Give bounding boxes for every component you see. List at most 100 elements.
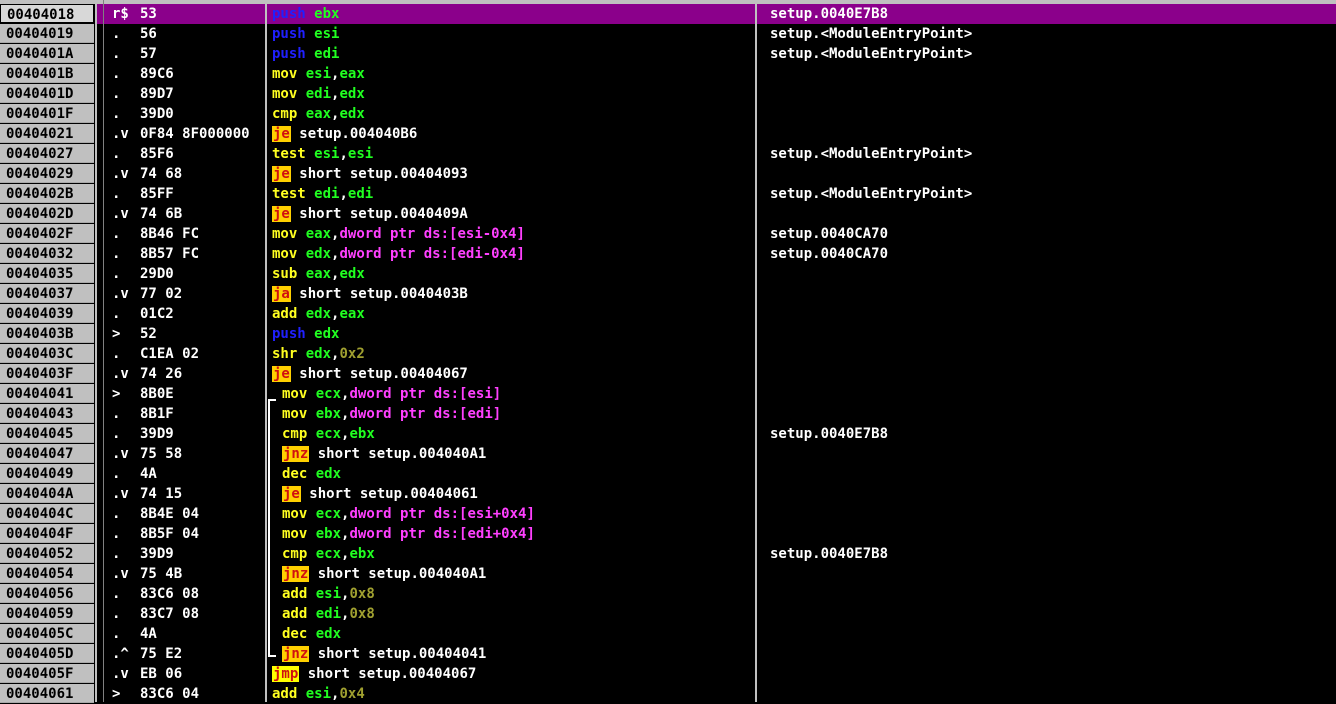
disasm-row[interactable]: 00404047 .v 75 58 jnz short setup.004040A1 <box>0 444 1336 464</box>
row-address[interactable]: 00404049 <box>0 464 94 483</box>
bytes-column-divider[interactable] <box>265 0 267 702</box>
row-address[interactable]: 0040401B <box>0 64 94 83</box>
row-bytes[interactable]: 75 58 <box>140 444 266 464</box>
address-column-divider[interactable] <box>95 0 97 702</box>
row-address[interactable]: 0040404F <box>0 524 94 543</box>
row-address[interactable]: 00404029 <box>0 164 94 183</box>
row-bytes[interactable]: 8B57 FC <box>140 244 266 264</box>
disasm-row[interactable]: 00404054 .v 75 4B jnz short setup.004040A1 <box>0 564 1336 584</box>
disasm-row[interactable]: 00404043. 8B1F mov ebx,dword ptr ds:[edi] <box>0 404 1336 424</box>
row-comment[interactable]: setup.<ModuleEntryPoint> <box>770 24 972 44</box>
row-address[interactable]: 00404019 <box>0 24 94 43</box>
disasm-row[interactable]: 0040402D .v 74 6B je short setup.0040409A <box>0 204 1336 224</box>
row-comment[interactable]: setup.<ModuleEntryPoint> <box>770 144 972 164</box>
row-instruction[interactable]: mov edx,dword ptr ds:[edi-0x4] <box>272 244 525 264</box>
row-address[interactable]: 00404052 <box>0 544 94 563</box>
disasm-row[interactable]: 0040402F. 8B46 FC mov eax,dword ptr ds:[es… <box>0 224 1336 244</box>
disasm-row[interactable]: 0040401A. 57 push edi setup.<ModuleEntryPoi… <box>0 44 1336 64</box>
row-instruction[interactable]: mov eax,dword ptr ds:[esi-0x4] <box>272 224 525 244</box>
row-instruction[interactable]: add edx,eax <box>272 304 365 324</box>
row-bytes[interactable]: 52 <box>140 324 266 344</box>
row-instruction[interactable]: je setup.004040B6 <box>272 124 417 144</box>
row-address[interactable]: 0040403C <box>0 344 94 363</box>
row-bytes[interactable]: 01C2 <box>140 304 266 324</box>
row-address[interactable]: 0040404A <box>0 484 94 503</box>
row-address[interactable]: 00404059 <box>0 604 94 623</box>
row-address[interactable]: 00404043 <box>0 404 94 423</box>
row-instruction[interactable]: jmp short setup.00404067 <box>272 664 476 684</box>
row-bytes[interactable]: 8B5F 04 <box>140 524 266 544</box>
disasm-row[interactable]: 00404029 .v 74 68 je short setup.00404093 <box>0 164 1336 184</box>
row-address[interactable]: 0040403B <box>0 324 94 343</box>
row-comment[interactable]: setup.0040E7B8 <box>770 4 888 24</box>
row-instruction[interactable]: push esi <box>272 24 339 44</box>
disasm-row[interactable]: 00404039. 01C2 add edx,eax <box>0 304 1336 324</box>
row-bytes[interactable]: 39D9 <box>140 544 266 564</box>
row-bytes[interactable]: 75 4B <box>140 564 266 584</box>
row-bytes[interactable]: 74 6B <box>140 204 266 224</box>
row-instruction[interactable]: mov edi,edx <box>272 84 365 104</box>
disasm-row[interactable]: 00404045. 39D9 cmp ecx,ebx setup.0040E7B8 <box>0 424 1336 444</box>
row-address[interactable]: 0040402B <box>0 184 94 203</box>
row-bytes[interactable]: 8B0E <box>140 384 266 404</box>
row-bytes[interactable]: 74 15 <box>140 484 266 504</box>
row-bytes[interactable]: 83C6 04 <box>140 684 266 704</box>
row-bytes[interactable]: 77 02 <box>140 284 266 304</box>
disasm-row[interactable]: 00404052. 39D9 cmp ecx,ebx setup.0040E7B8 <box>0 544 1336 564</box>
row-address[interactable]: 00404056 <box>0 584 94 603</box>
row-instruction[interactable]: dec edx <box>282 464 341 484</box>
row-instruction[interactable]: je short setup.00404093 <box>272 164 468 184</box>
row-instruction[interactable]: je short setup.00404067 <box>272 364 468 384</box>
row-bytes[interactable]: 8B46 FC <box>140 224 266 244</box>
row-bytes[interactable]: 53 <box>140 4 266 24</box>
row-bytes[interactable]: 83C7 08 <box>140 604 266 624</box>
row-bytes[interactable]: 39D9 <box>140 424 266 444</box>
row-instruction[interactable]: je short setup.00404061 <box>282 484 478 504</box>
row-instruction[interactable]: add esi,0x4 <box>272 684 365 704</box>
disasm-row[interactable]: 0040401D. 89D7 mov edi,edx <box>0 84 1336 104</box>
disasm-row[interactable]: 0040404F. 8B5F 04 mov ebx,dword ptr ds:[ed… <box>0 524 1336 544</box>
disasm-row[interactable]: 0040401B. 89C6 mov esi,eax <box>0 64 1336 84</box>
disasm-row[interactable]: 00404018 r$ 53 push ebx setup.0040E7B8 <box>0 4 1336 24</box>
row-instruction[interactable]: cmp eax,edx <box>272 104 365 124</box>
row-instruction[interactable]: cmp ecx,ebx <box>282 424 375 444</box>
row-address[interactable]: 0040401D <box>0 84 94 103</box>
row-instruction[interactable]: je short setup.0040409A <box>272 204 468 224</box>
row-address[interactable]: 00404027 <box>0 144 94 163</box>
row-address[interactable]: 00404032 <box>0 244 94 263</box>
disasm-row[interactable]: 00404049. 4A dec edx <box>0 464 1336 484</box>
row-address[interactable]: 0040401F <box>0 104 94 123</box>
disasm-row[interactable]: 00404021 .v 0F84 8F000000 je setup.004040B6 <box>0 124 1336 144</box>
disasm-row[interactable]: 00404037 .v 77 02 ja short setup.0040403B <box>0 284 1336 304</box>
row-bytes[interactable]: EB 06 <box>140 664 266 684</box>
row-comment[interactable]: setup.<ModuleEntryPoint> <box>770 44 972 64</box>
disassembly-view[interactable]: 00404018 r$ 53 push ebx setup.0040E7B8 004040… <box>0 0 1336 704</box>
disasm-row[interactable]: 0040405D .^ 75 E2 jnz short setup.00404041 <box>0 644 1336 664</box>
row-comment[interactable]: setup.0040CA70 <box>770 244 888 264</box>
row-instruction[interactable]: mov ebx,dword ptr ds:[edi+0x4] <box>282 524 535 544</box>
row-instruction[interactable]: push edi <box>272 44 339 64</box>
row-comment[interactable]: setup.0040E7B8 <box>770 544 888 564</box>
row-address[interactable]: 00404021 <box>0 124 94 143</box>
row-address[interactable]: 0040402F <box>0 224 94 243</box>
row-bytes[interactable]: 83C6 08 <box>140 584 266 604</box>
row-bytes[interactable]: 8B4E 04 <box>140 504 266 524</box>
row-address[interactable]: 0040402D <box>0 204 94 223</box>
row-instruction[interactable]: mov ecx,dword ptr ds:[esi] <box>282 384 501 404</box>
row-address[interactable]: 0040405F <box>0 664 94 683</box>
row-instruction[interactable]: test esi,esi <box>272 144 373 164</box>
disasm-row[interactable]: 00404027. 85F6 test esi,esi setup.<ModuleEn… <box>0 144 1336 164</box>
row-instruction[interactable]: add edi,0x8 <box>282 604 375 624</box>
row-bytes[interactable]: 89D7 <box>140 84 266 104</box>
row-bytes[interactable]: 74 68 <box>140 164 266 184</box>
row-instruction[interactable]: mov esi,eax <box>272 64 365 84</box>
disasm-row[interactable]: 0040404C. 8B4E 04 mov ecx,dword ptr ds:[es… <box>0 504 1336 524</box>
row-address[interactable]: 00404035 <box>0 264 94 283</box>
disasm-row[interactable]: 0040405C. 4A dec edx <box>0 624 1336 644</box>
disasm-row[interactable]: 0040402B. 85FF test edi,edi setup.<ModuleEn… <box>0 184 1336 204</box>
row-bytes[interactable]: 29D0 <box>140 264 266 284</box>
disasm-row[interactable]: 00404041 >8B0E mov ecx,dword ptr ds:[esi] <box>0 384 1336 404</box>
row-instruction[interactable]: jnz short setup.004040A1 <box>282 444 486 464</box>
row-instruction[interactable]: dec edx <box>282 624 341 644</box>
row-instruction[interactable]: add esi,0x8 <box>282 584 375 604</box>
